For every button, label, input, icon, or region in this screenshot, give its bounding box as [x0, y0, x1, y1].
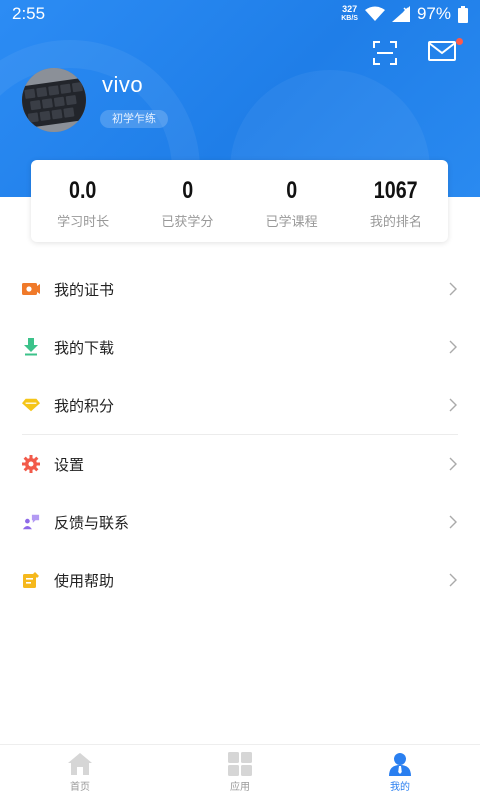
- profile-menu: 我的证书 我的下载 我的积分 设置 反馈与联系 使用帮助: [0, 260, 480, 609]
- menu-item-points[interactable]: 我的积分: [0, 376, 480, 434]
- chevron-right-icon: [449, 457, 457, 471]
- chevron-right-icon: [449, 573, 457, 587]
- status-bar: 2:55 327 KB/S 97%: [0, 0, 480, 28]
- nav-tab-home[interactable]: 首页: [0, 745, 160, 800]
- nav-label: 首页: [70, 782, 90, 793]
- stat-value: 0: [181, 177, 193, 204]
- stat-label: 已获学分: [161, 215, 214, 230]
- menu-item-downloads[interactable]: 我的下载: [0, 318, 480, 376]
- network-speed-value: 327: [342, 4, 358, 14]
- menu-item-label: 我的下载: [54, 338, 115, 357]
- stat-label: 学习时长: [57, 215, 110, 230]
- stat-courses[interactable]: 0 已学课程: [240, 160, 344, 242]
- network-speed: 327 KB/S: [341, 5, 358, 23]
- scan-button[interactable]: [372, 40, 402, 66]
- nav-tab-apps[interactable]: 应用: [160, 745, 320, 800]
- feedback-icon: [22, 513, 40, 531]
- chevron-right-icon: [449, 282, 457, 296]
- network-speed-unit: KB/S: [341, 15, 358, 22]
- messages-button[interactable]: [428, 38, 463, 66]
- menu-item-label: 我的积分: [54, 396, 115, 415]
- stat-ranking[interactable]: 1067 我的排名: [344, 160, 448, 242]
- download-icon: [22, 338, 40, 356]
- apps-grid-icon: [228, 752, 252, 776]
- battery-icon: [458, 5, 468, 23]
- nav-label: 应用: [230, 782, 250, 793]
- keyboard-photo-icon: [22, 68, 86, 132]
- nav-label: 我的: [390, 782, 410, 793]
- stat-credits[interactable]: 0 已获学分: [135, 160, 239, 242]
- menu-item-settings[interactable]: 设置: [0, 435, 480, 493]
- chevron-right-icon: [449, 515, 457, 529]
- mail-icon: [428, 41, 456, 61]
- stat-value: 0: [286, 177, 298, 204]
- scan-icon: [373, 41, 397, 65]
- status-indicators: 327 KB/S 97%: [341, 4, 468, 24]
- diamond-icon: [22, 396, 40, 414]
- stat-study-time[interactable]: 0.0 学习时长: [31, 160, 135, 242]
- menu-item-label: 使用帮助: [54, 571, 115, 590]
- bottom-nav: 首页 应用 我的: [0, 744, 480, 800]
- battery-percent: 97%: [416, 4, 451, 23]
- header-actions: [372, 38, 463, 66]
- menu-item-label: 我的证书: [54, 280, 115, 299]
- home-icon: [68, 753, 92, 775]
- signal-icon: [391, 6, 410, 22]
- avatar[interactable]: [22, 68, 86, 132]
- username: vivo: [102, 72, 144, 97]
- menu-item-certificates[interactable]: 我的证书: [0, 260, 480, 318]
- certificate-icon: [22, 280, 40, 298]
- profile-icon: [389, 753, 411, 776]
- chevron-right-icon: [449, 398, 457, 412]
- nav-tab-profile[interactable]: 我的: [320, 745, 480, 800]
- menu-item-label: 反馈与联系: [54, 513, 130, 532]
- stats-card: 0.0 学习时长 0 已获学分 0 已学课程 1067 我的排名: [31, 160, 448, 242]
- stat-value: 0.0: [69, 177, 97, 204]
- menu-item-feedback[interactable]: 反馈与联系: [0, 493, 480, 551]
- stat-value: 1067: [373, 177, 418, 204]
- menu-item-help[interactable]: 使用帮助: [0, 551, 480, 609]
- stat-label: 已学课程: [265, 215, 318, 230]
- unread-badge: [456, 38, 463, 45]
- status-time: 2:55: [12, 4, 46, 23]
- stat-label: 我的排名: [369, 215, 422, 230]
- gear-icon: [22, 455, 40, 473]
- menu-item-label: 设置: [54, 455, 85, 474]
- chevron-right-icon: [449, 340, 457, 354]
- level-badge: 初学乍练: [100, 110, 168, 128]
- help-note-icon: [22, 571, 40, 589]
- wifi-icon: [364, 6, 385, 21]
